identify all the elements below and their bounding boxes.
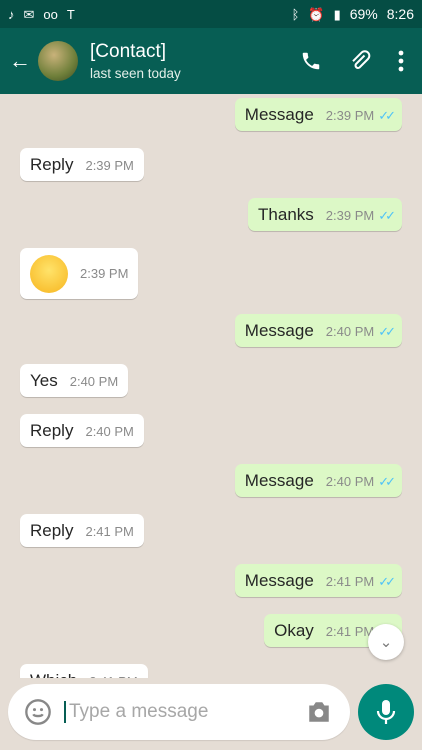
battery-level: 69% <box>349 6 378 22</box>
message-text: Reply <box>30 155 74 174</box>
message-text: Message <box>244 571 314 590</box>
double-check-icon: ✓✓ <box>378 573 396 589</box>
double-check-icon: ✓✓ <box>378 107 396 123</box>
mic-button[interactable] <box>358 684 414 740</box>
message-text: Reply <box>30 521 74 540</box>
message-meta: 2:39 PM <box>80 266 128 281</box>
message-time: 2:41 PM <box>325 574 375 589</box>
arrow-left-icon[interactable]: ← <box>2 48 38 74</box>
message-time: 2:40 PM <box>69 374 119 389</box>
status-system: ᛒ ⏰ ▮ 69% 8:26 <box>292 6 414 22</box>
last-seen: last seen today <box>90 66 181 81</box>
incoming-message[interactable]: Reply 2:39 PM <box>20 148 144 181</box>
signal-icon: ▮ <box>333 6 341 22</box>
message-list[interactable]: Message 2:39 PM ✓✓ Reply 2:39 PM Thanks 2:39 P… <box>0 94 422 678</box>
smiley-icon[interactable] <box>24 698 52 726</box>
message-meta: 2:39 PM ✓✓ <box>325 207 396 224</box>
message-meta: 2:39 PM <box>85 158 133 173</box>
message-time: 2:39 PM <box>80 266 129 282</box>
clock: 8:26 <box>386 6 414 22</box>
outgoing-message[interactable]: Message 2:39 PM ✓✓ <box>234 98 402 131</box>
message-time: 2:40 PM <box>325 474 375 489</box>
music-icon: ♪ <box>8 6 15 22</box>
message-time: 2:39 PM <box>325 208 375 223</box>
message-meta: 2:41 PM <box>89 674 137 678</box>
message-meta: 2:40 PM ✓✓ <box>325 473 396 490</box>
outgoing-message[interactable]: Message 2:41 PM ✓✓ <box>234 564 402 597</box>
message-text: Message <box>244 105 314 124</box>
outgoing-message[interactable]: Message 2:40 PM ✓✓ <box>234 464 402 497</box>
message-meta: 2:39 PM ✓✓ <box>325 107 396 124</box>
message-meta: 2:40 PM ✓✓ <box>325 323 396 340</box>
mail-icon: ✉ <box>23 6 35 22</box>
scroll-down-button[interactable]: ⌄ <box>368 624 404 660</box>
status-notifications: ♪ ✉ oo T <box>8 8 75 21</box>
composer: Type a message <box>8 684 350 740</box>
incoming-message[interactable]: Reply 2:41 PM <box>20 514 144 547</box>
avatar[interactable] <box>38 41 78 81</box>
double-chevron-down-icon: ⌄ <box>379 634 393 651</box>
message-meta: 2:41 PM <box>85 524 133 539</box>
incoming-message[interactable]: 2:39 PM <box>20 248 139 299</box>
more-vert-icon[interactable] <box>398 50 404 72</box>
message-text: Message <box>244 321 314 340</box>
voicemail-icon: oo <box>43 6 58 22</box>
incoming-message[interactable]: Yes 2:40 PM <box>20 364 129 397</box>
message-time: 2:41 PM <box>89 674 137 678</box>
outgoing-message[interactable]: Message 2:40 PM ✓✓ <box>234 314 402 347</box>
double-check-icon: ✓✓ <box>378 207 396 223</box>
message-time: 2:39 PM <box>85 158 134 173</box>
message-time: 2:41 PM <box>85 524 134 539</box>
message-meta: 2:40 PM <box>85 424 133 439</box>
incoming-message[interactable]: Which 2:41 PM <box>20 664 148 678</box>
incoming-message[interactable]: Reply 2:40 PM <box>20 414 144 447</box>
bluetooth-icon: ᛒ <box>291 6 300 22</box>
mic-icon <box>376 700 396 724</box>
message-text: Reply <box>30 421 74 440</box>
message-text: Thanks <box>258 205 314 224</box>
message-time: 2:41 PM <box>325 624 375 639</box>
phone-icon[interactable] <box>300 50 322 72</box>
message-meta: 2:40 PM <box>70 374 118 389</box>
grinning-face-icon <box>30 255 68 293</box>
message-text: Message <box>244 471 314 490</box>
double-check-icon: ✓✓ <box>378 473 396 489</box>
message-time: 2:40 PM <box>325 324 375 339</box>
contact-info[interactable]: [Contact] last seen today <box>90 41 300 81</box>
outgoing-message[interactable]: Thanks 2:39 PM ✓✓ <box>248 198 402 231</box>
paperclip-icon[interactable] <box>348 49 372 73</box>
camera-icon[interactable] <box>306 701 332 723</box>
message-meta: 2:41 PM✓✓ <box>325 573 396 590</box>
status-bar: ♪ ✉ oo T ᛒ ⏰ ▮ 69% 8:26 <box>0 0 422 28</box>
message-text: Okay <box>274 621 314 640</box>
double-check-icon: ✓✓ <box>378 323 396 339</box>
carrier-icon: T <box>66 6 75 22</box>
message-text: Which <box>30 671 77 678</box>
message-text: Yes <box>30 371 58 390</box>
message-time: 2:39 PM <box>325 108 375 123</box>
chat-header: ← [Contact] last seen today <box>0 28 422 94</box>
contact-name: [Contact] <box>90 41 167 62</box>
message-input[interactable]: Type a message <box>64 701 306 723</box>
alarm-icon: ⏰ <box>308 6 325 22</box>
message-time: 2:40 PM <box>85 424 134 439</box>
